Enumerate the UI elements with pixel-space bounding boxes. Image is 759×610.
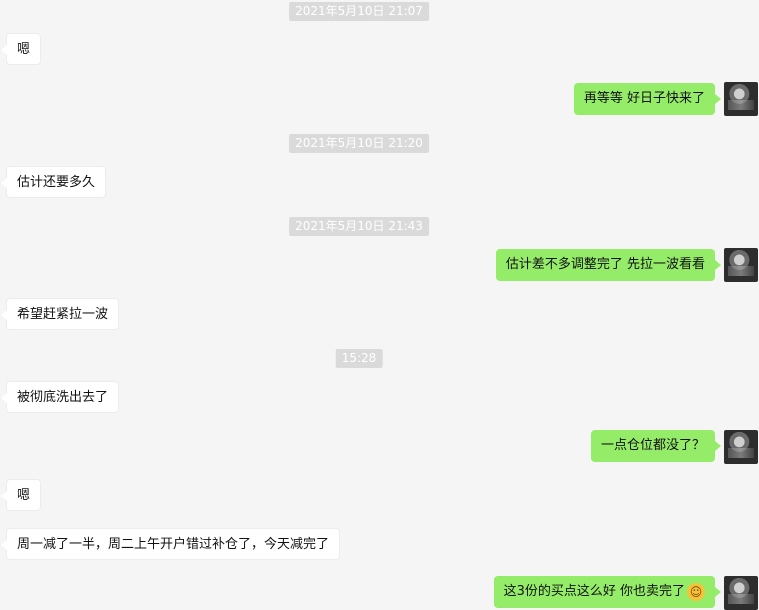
message-bubble-received[interactable]: 希望赶紧拉一波: [0, 298, 120, 330]
avatar[interactable]: [724, 576, 758, 610]
message-text: 希望赶紧拉一波: [17, 307, 109, 322]
message-bubble-received[interactable]: 被彻底洗出去了: [0, 381, 120, 413]
timestamp: 15:28: [335, 349, 383, 368]
timestamp: 2021年5月10日 21:43: [289, 217, 429, 236]
message-bubble-sent[interactable]: 一点仓位都没了？: [590, 430, 722, 462]
message-text: 一点仓位都没了？: [600, 438, 705, 453]
message-text: 被彻底洗出去了: [17, 390, 109, 405]
avatar[interactable]: [724, 82, 758, 116]
message-text: 周一减了一半，周二上午开户错过补仓了，今天减完了: [17, 537, 330, 552]
message-bubble-received[interactable]: 嗯: [0, 33, 42, 65]
message-text: 嗯: [17, 42, 31, 57]
message-bubble-received[interactable]: 嗯: [0, 479, 42, 511]
message-text: 估计还要多久: [17, 175, 96, 190]
message-text: 再等等 好日子快来了: [583, 91, 705, 106]
avatar[interactable]: [724, 430, 758, 464]
message-bubble-received[interactable]: 估计还要多久: [0, 166, 107, 198]
message-bubble-sent[interactable]: 这3份的买点这么好 你也卖完了 ☺: [493, 576, 722, 608]
message-text: 估计差不多调整完了 先拉一波看看: [505, 257, 705, 272]
message-text: 这3份的买点这么好 你也卖完了: [503, 584, 685, 599]
message-bubble-sent[interactable]: 再等等 好日子快来了: [573, 83, 722, 115]
timestamp: 2021年5月10日 21:20: [289, 134, 429, 153]
laughing-face-icon: ☺: [687, 582, 705, 601]
avatar[interactable]: [724, 248, 758, 282]
message-bubble-sent[interactable]: 估计差不多调整完了 先拉一波看看: [495, 249, 722, 281]
message-bubble-received[interactable]: 周一减了一半，周二上午开户错过补仓了，今天减完了: [0, 528, 341, 560]
message-text: 嗯: [17, 488, 31, 503]
timestamp: 2021年5月10日 21:07: [289, 2, 429, 21]
